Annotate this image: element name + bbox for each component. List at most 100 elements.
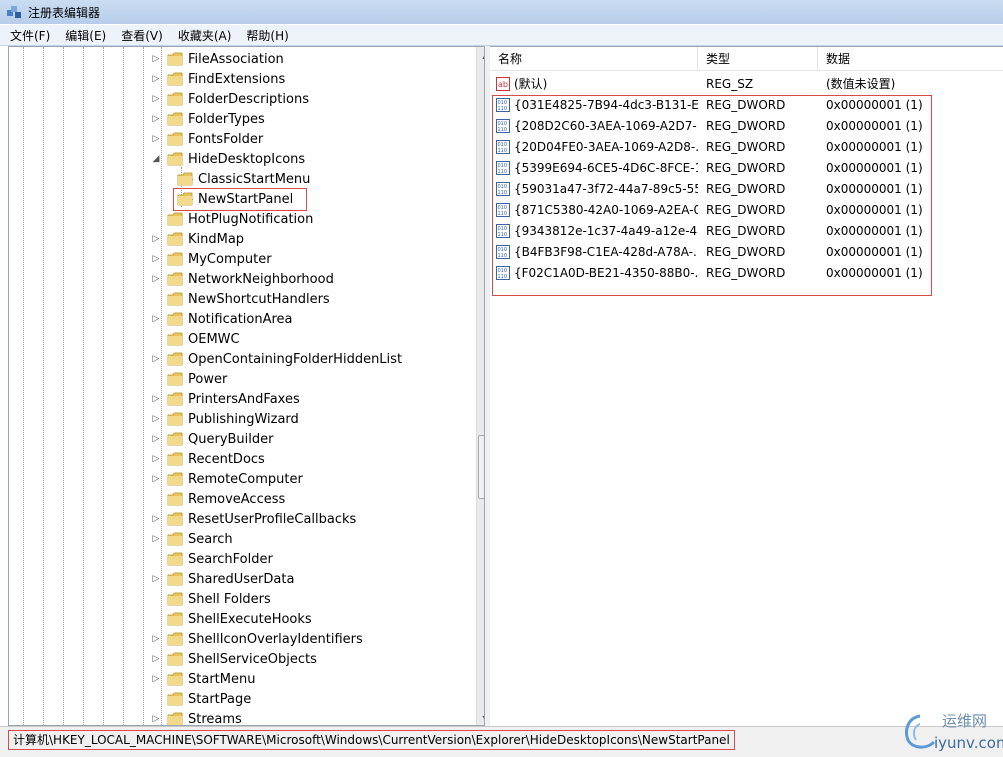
status-bar: 计算机\HKEY_LOCAL_MACHINE\SOFTWARE\Microsof…	[0, 726, 1003, 757]
tree-item[interactable]: ▷ FileAssociation	[151, 49, 284, 69]
folder-icon	[167, 312, 183, 326]
tree-item[interactable]: ▷ FolderDescriptions	[151, 89, 309, 109]
tree-scrollbar[interactable]: ▲ ▼	[476, 47, 484, 725]
value-name: (默认)	[514, 77, 548, 91]
expand-arrow-icon[interactable]: ▷	[151, 314, 161, 324]
menu-help[interactable]: 帮助(H)	[246, 27, 288, 44]
values-list[interactable]: 名称 类型 数据 ab (默认) REG_SZ (数值未设置) 010 110 {031E4…	[490, 46, 1003, 726]
tree-item[interactable]: HotPlugNotification	[151, 209, 313, 229]
tree-item-label: MyComputer	[188, 251, 272, 267]
expand-arrow-icon[interactable]: ▷	[151, 254, 161, 264]
tree-item-label: Power	[188, 371, 228, 387]
window-title: 注册表编辑器	[28, 5, 101, 20]
expand-arrow-icon[interactable]: ▷	[151, 514, 161, 524]
folder-icon	[167, 552, 183, 566]
tree-item[interactable]: OEMWC	[151, 329, 240, 349]
expand-arrow-icon[interactable]	[151, 594, 161, 604]
tree-item[interactable]: ▷ NotificationArea	[151, 309, 293, 329]
column-data[interactable]: 数据	[818, 47, 1003, 71]
scroll-up-arrow-icon[interactable]: ▲	[477, 47, 484, 64]
expand-arrow-icon[interactable]: ▷	[151, 394, 161, 404]
expand-arrow-icon[interactable]: ▷	[151, 634, 161, 644]
tree-item[interactable]: ▷ ShellIconOverlayIdentifiers	[151, 629, 363, 649]
tree-item-label: NewShortcutHandlers	[188, 291, 330, 307]
expand-arrow-icon[interactable]	[151, 294, 161, 304]
tree-item[interactable]: ▷ PublishingWizard	[151, 409, 299, 429]
expand-arrow-icon[interactable]: ▷	[151, 274, 161, 284]
expand-arrow-icon[interactable]	[151, 214, 161, 224]
tree-item[interactable]: ShellExecuteHooks	[151, 609, 312, 629]
collapse-arrow-icon[interactable]: ◢	[151, 154, 161, 164]
expand-arrow-icon[interactable]	[151, 334, 161, 344]
column-name[interactable]: 名称	[490, 47, 698, 71]
tree-item[interactable]: ▷ KindMap	[151, 229, 245, 249]
scroll-thumb[interactable]	[478, 435, 484, 499]
tree-item[interactable]: ▷ RemoteComputer	[151, 469, 303, 489]
folder-icon	[167, 492, 183, 506]
expand-arrow-icon[interactable]: ▷	[151, 54, 161, 64]
tree-item-label: StartMenu	[188, 671, 256, 687]
expand-arrow-icon[interactable]: ▷	[151, 134, 161, 144]
expand-arrow-icon[interactable]	[151, 554, 161, 564]
value-type: REG_SZ	[706, 76, 754, 91]
folder-icon	[167, 392, 183, 406]
expand-arrow-icon[interactable]: ▷	[151, 534, 161, 544]
expand-arrow-icon[interactable]: ▷	[151, 94, 161, 104]
tree-item[interactable]: ▷ ResetUserProfileCallbacks	[151, 509, 357, 529]
expand-arrow-icon[interactable]: ▷	[151, 354, 161, 364]
tree-item-label: Search	[188, 531, 233, 547]
tree-item[interactable]: ▷ ShellServiceObjects	[151, 649, 317, 669]
scroll-down-arrow-icon[interactable]: ▼	[477, 710, 484, 725]
expand-arrow-icon[interactable]: ▷	[151, 674, 161, 684]
tree-item[interactable]: ▷ MyComputer	[151, 249, 272, 269]
tree-item[interactable]: SearchFolder	[151, 549, 273, 569]
selected-key-highlight	[173, 188, 307, 211]
tree-item[interactable]: NewShortcutHandlers	[151, 289, 330, 309]
column-type[interactable]: 类型	[698, 47, 818, 71]
tree-item-label: KindMap	[188, 231, 245, 247]
tree-item-label: QueryBuilder	[188, 431, 274, 447]
expand-arrow-icon[interactable]: ▷	[151, 434, 161, 444]
menu-file[interactable]: 文件(F)	[10, 27, 50, 44]
expand-arrow-icon[interactable]: ▷	[151, 714, 161, 724]
expand-arrow-icon[interactable]: ▷	[151, 234, 161, 244]
menu-favorites[interactable]: 收藏夹(A)	[178, 27, 232, 44]
folder-icon	[167, 72, 183, 86]
expand-arrow-icon[interactable]: ▷	[151, 114, 161, 124]
folder-icon	[167, 672, 183, 686]
expand-arrow-icon[interactable]	[151, 494, 161, 504]
tree-item[interactable]: ▷ RecentDocs	[151, 449, 265, 469]
tree-item[interactable]: ▷ Streams	[151, 709, 242, 725]
tree-item[interactable]: ClassicStartMenu	[177, 169, 310, 189]
tree-item[interactable]: ▷ SharedUserData	[151, 569, 295, 589]
tree-item[interactable]: ▷ OpenContainingFolderHiddenList	[151, 349, 403, 369]
registry-tree[interactable]: ▷ FileAssociation ▷ FindExtensions ▷ FolderDe…	[8, 46, 485, 726]
expand-arrow-icon[interactable]: ▷	[151, 74, 161, 84]
menu-view[interactable]: 查看(V)	[121, 27, 163, 44]
tree-item[interactable]: ▷ FontsFolder	[151, 129, 264, 149]
value-row[interactable]: ab (默认) REG_SZ (数值未设置)	[490, 73, 1003, 94]
tree-item[interactable]: ▷ PrintersAndFaxes	[151, 389, 300, 409]
expand-arrow-icon[interactable]	[151, 614, 161, 624]
tree-item[interactable]: ▷ NetworkNeighborhood	[151, 269, 334, 289]
tree-item[interactable]: ▷ Search	[151, 529, 233, 549]
expand-arrow-icon[interactable]	[151, 374, 161, 384]
tree-item[interactable]: ▷ QueryBuilder	[151, 429, 274, 449]
tree-item[interactable]: ◢ HideDesktopIcons	[151, 149, 306, 169]
expand-arrow-icon[interactable]: ▷	[151, 474, 161, 484]
tree-item[interactable]: RemoveAccess	[151, 489, 285, 509]
menu-edit[interactable]: 编辑(E)	[65, 27, 106, 44]
expand-arrow-icon[interactable]	[151, 694, 161, 704]
tree-item[interactable]: Shell Folders	[151, 589, 271, 609]
tree-item[interactable]: ▷ FolderTypes	[151, 109, 265, 129]
tree-item[interactable]: ▷ StartMenu	[151, 669, 256, 689]
expand-arrow-icon[interactable]: ▷	[151, 654, 161, 664]
folder-icon	[167, 572, 183, 586]
expand-arrow-icon[interactable]: ▷	[151, 454, 161, 464]
tree-item[interactable]: ▷ FindExtensions	[151, 69, 286, 89]
expand-arrow-icon[interactable]: ▷	[151, 574, 161, 584]
tree-item[interactable]: Power	[151, 369, 227, 389]
tree-item[interactable]: StartPage	[151, 689, 251, 709]
tree-item-label: FileAssociation	[188, 51, 284, 67]
expand-arrow-icon[interactable]: ▷	[151, 414, 161, 424]
